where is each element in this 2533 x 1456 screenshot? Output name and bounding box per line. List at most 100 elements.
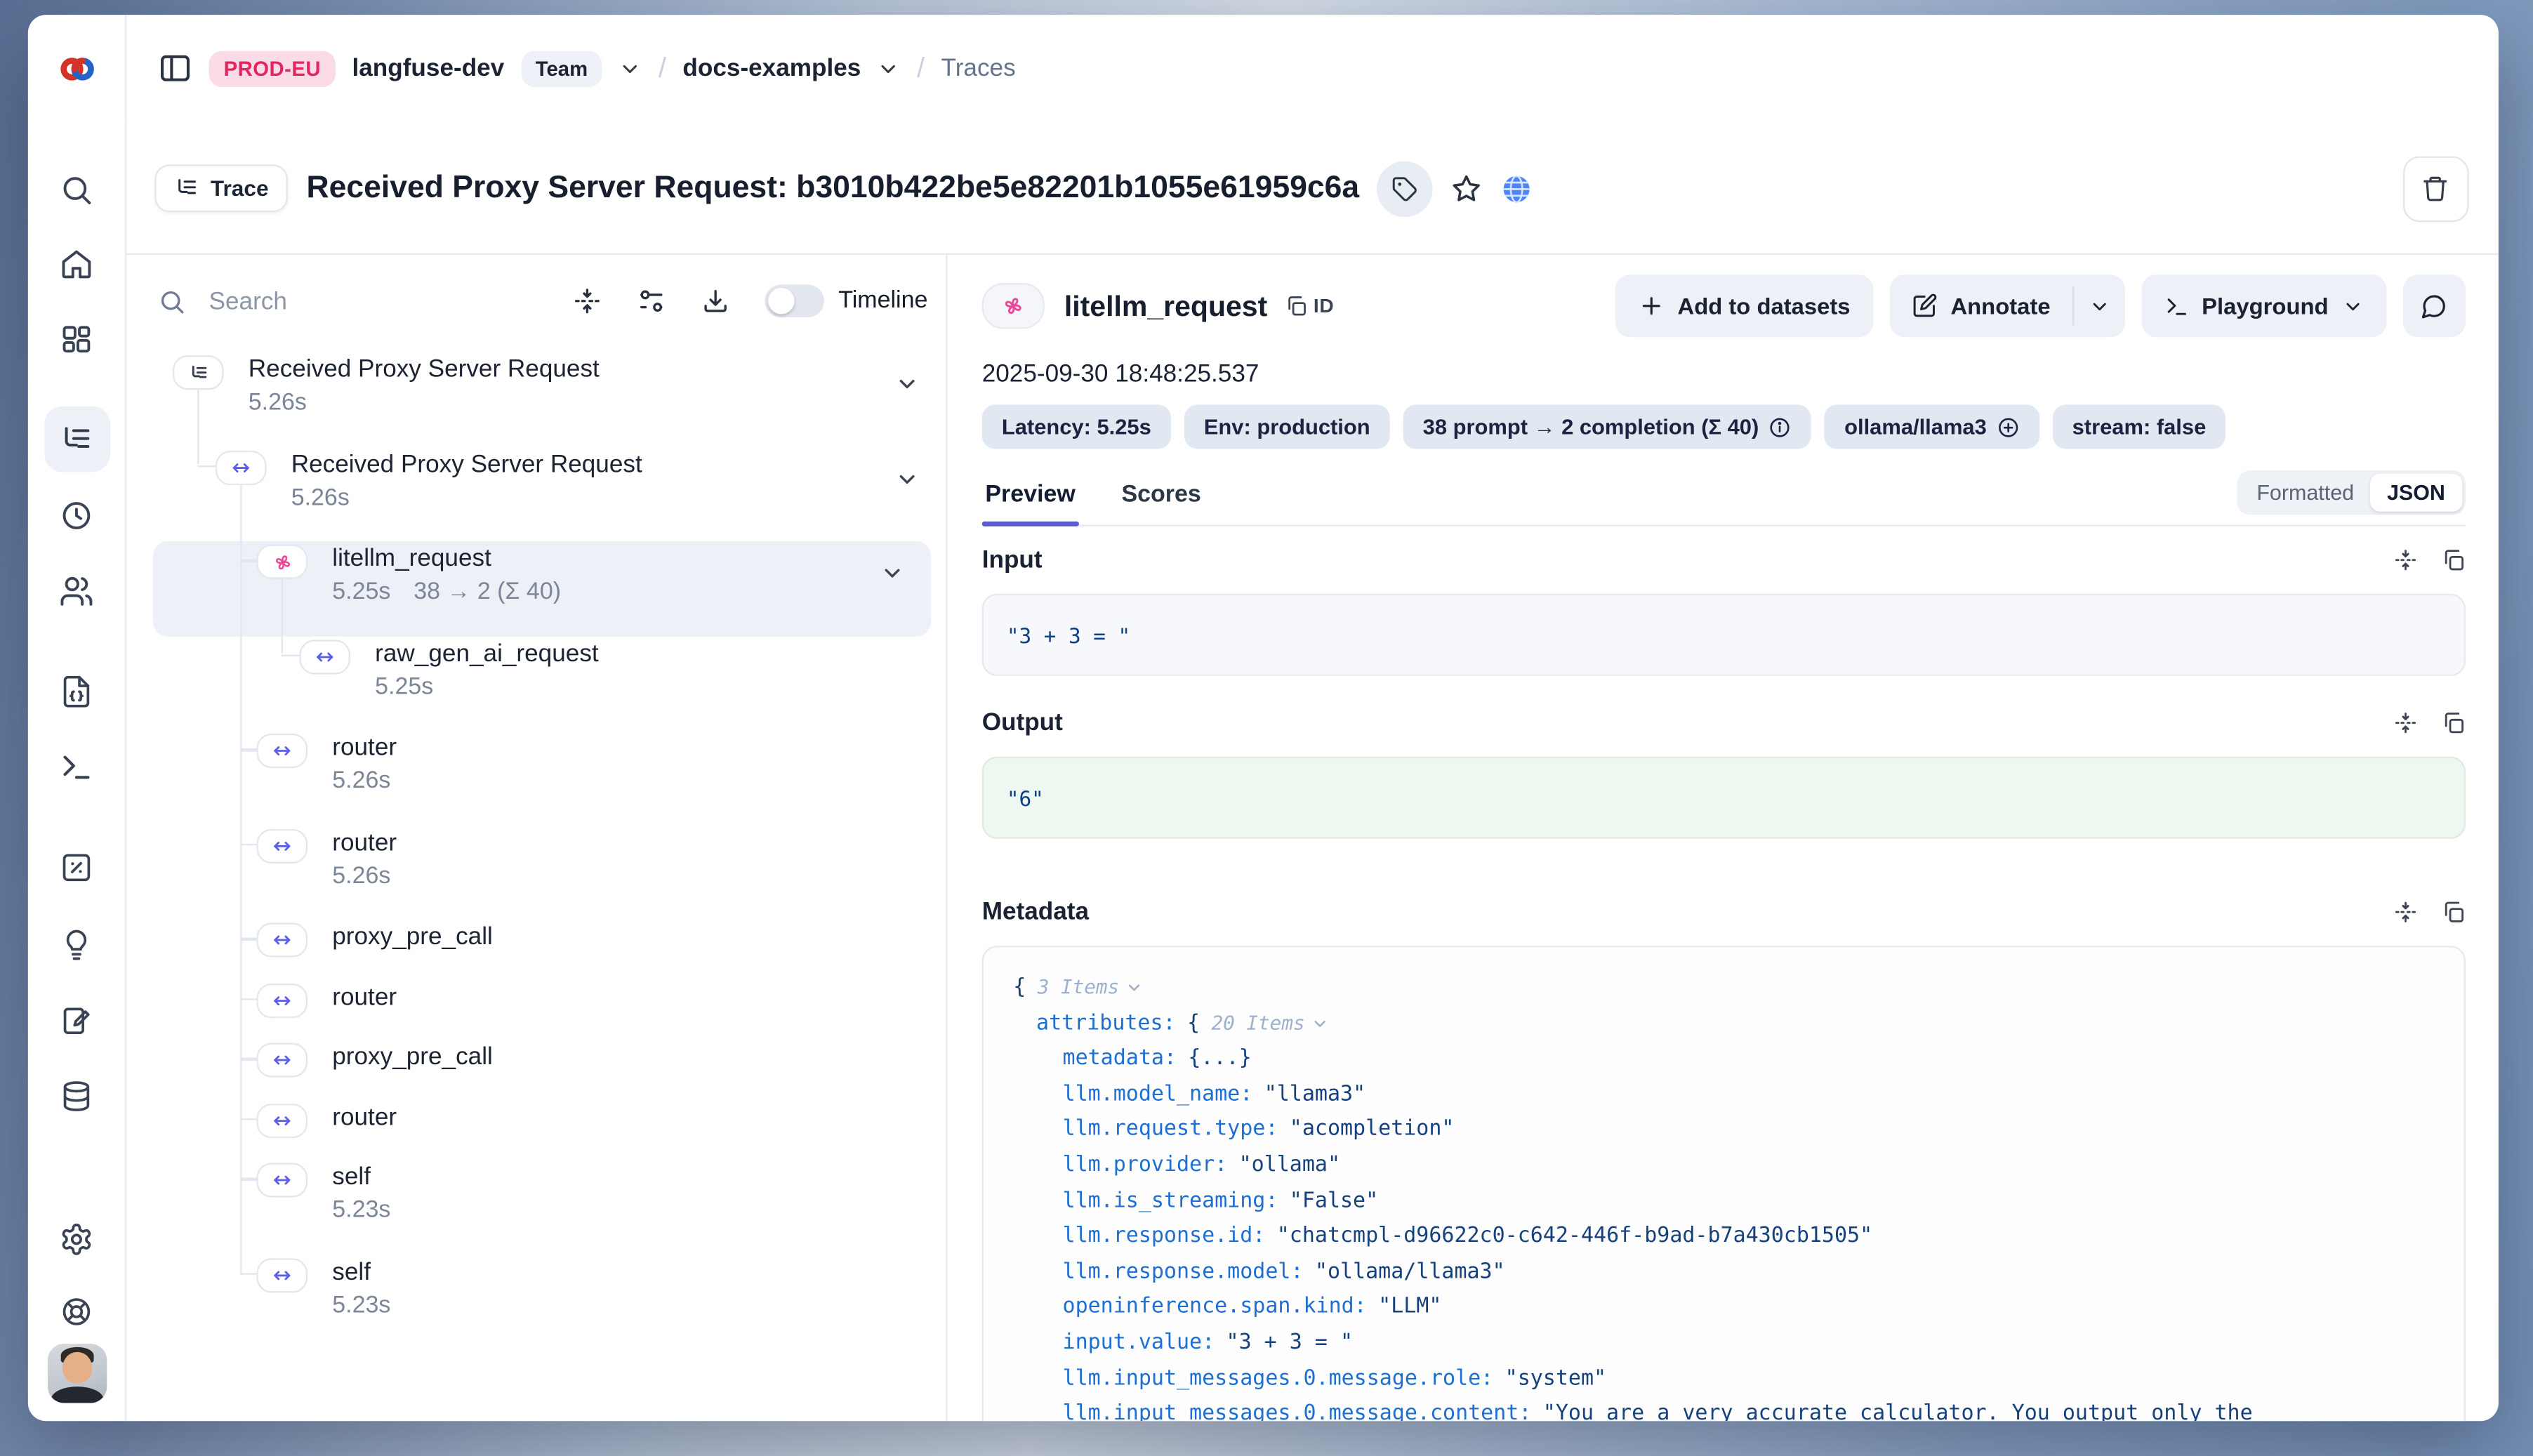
breadcrumb-page[interactable]: Traces [941,55,1016,83]
chevron-down-icon [1126,979,1144,998]
move-horizontal-icon [272,989,293,1010]
org-switcher-chevron-icon[interactable] [619,57,642,80]
span-title: litellm_request [1064,289,1267,323]
playground-button[interactable]: Playground [2141,274,2386,337]
sidebar-item-settings[interactable] [59,1222,93,1256]
sidebar-item-lightbulb[interactable] [59,927,93,961]
sidebar-toggle-button[interactable] [158,51,192,86]
tab-preview[interactable]: Preview [982,482,1079,524]
move-horizontal-icon [272,740,293,761]
tag-icon [1392,176,1418,201]
download-button[interactable] [700,286,729,316]
org-logo[interactable] [28,14,125,124]
copy-id-button[interactable]: ID [1284,294,1335,317]
search-input[interactable] [206,285,538,317]
litellm-pinwheel-icon [1000,293,1026,319]
tree-row[interactable]: Received Proxy Server Request5.26s [126,446,946,541]
copy-icon[interactable] [2440,900,2465,925]
span-type-chip [982,283,1045,329]
plus-icon [1638,293,1664,319]
add-to-datasets-button[interactable]: Add to datasets [1615,274,1873,337]
json-line[interactable]: metadata:{...} [1013,1041,2433,1077]
fold-vertical-icon[interactable] [2393,548,2417,572]
tree-row[interactable]: router [126,979,946,1040]
move-horizontal-icon [272,1109,293,1130]
project-switcher-chevron-icon[interactable] [878,57,901,80]
view-settings-button[interactable] [636,286,666,316]
tree-row-selected[interactable]: litellm_request5.25s38 → 2 (Σ 40) [153,541,931,636]
tree-row[interactable]: router [126,1099,946,1160]
environment-badge: PROD-EU [209,51,336,87]
annotate-button[interactable]: Annotate [1890,274,2072,337]
copy-icon[interactable] [2440,548,2465,572]
terminal-icon [2164,293,2188,318]
tokens-badge[interactable]: 38 prompt → 2 completion (Σ 40) [1403,404,1812,449]
move-horizontal-icon [272,929,293,951]
json-line[interactable]: attributes: { 20 Items [1013,1006,2433,1042]
output-heading: Output [982,709,1063,737]
fold-vertical-icon[interactable] [2393,900,2417,925]
metadata-json-viewer: { 3 Items attributes: { 20 Items metadat… [982,946,2465,1420]
formatted-option[interactable]: Formatted [2240,474,2371,512]
timeline-toggle[interactable] [765,284,824,317]
delete-trace-button[interactable] [2402,155,2468,221]
tree-row[interactable]: router5.26s [126,730,946,825]
json-line[interactable]: { 3 Items [1013,970,2433,1006]
info-icon [1768,416,1792,439]
sidebar-item-database[interactable] [59,1078,93,1113]
sidebar-item-prompts[interactable] [59,673,93,708]
tree-row[interactable]: proxy_pre_call [126,920,946,980]
span-type-chip [256,828,307,863]
chevron-down-icon[interactable] [880,561,904,585]
span-type-chip [256,734,307,768]
tags-button[interactable] [1377,160,1434,216]
tree-row[interactable]: self5.23s [126,1254,946,1349]
chevron-down-icon[interactable] [895,466,920,491]
sidebar-item-playground[interactable] [59,749,93,783]
bookmark-star-button[interactable] [1451,173,1483,204]
fold-vertical-icon[interactable] [2393,710,2417,735]
trace-type-label: Trace [211,176,269,201]
sidebar-item-traces[interactable] [59,422,93,456]
tree-row[interactable]: raw_gen_ai_request5.25s [126,636,946,731]
span-label: proxy_pre_call [332,920,493,954]
public-globe-button[interactable] [1501,172,1534,205]
copy-icon[interactable] [2440,710,2465,735]
tree-row[interactable]: router5.26s [126,825,946,920]
org-name[interactable]: langfuse-dev [352,55,504,83]
sidebar-item-home[interactable] [59,246,93,280]
json-line: llm.model_name:"llama3" [1013,1077,2433,1113]
avatar[interactable] [47,1344,106,1403]
trace-type-chip[interactable]: Trace [154,164,288,212]
span-duration: 5.23s [332,1292,390,1318]
tree-row-trace-root[interactable]: Received Proxy Server Request5.26s [126,352,946,446]
sidebar-item-search[interactable] [59,172,93,206]
project-name[interactable]: docs-examples [682,55,861,83]
chevron-down-icon[interactable] [895,371,920,396]
chevron-down-icon [2341,296,2362,317]
list-tree-icon [174,176,199,201]
sidebar-item-users[interactable] [59,574,93,608]
annotate-split-button: Annotate [1890,274,2124,337]
annotate-dropdown-button[interactable] [2073,274,2124,337]
json-line: llm.is_streaming:"False" [1013,1184,2433,1219]
comments-button[interactable] [2402,274,2465,337]
chevron-down-icon [2088,296,2109,317]
move-horizontal-icon [272,1170,293,1191]
sidebar-item-support[interactable] [59,1294,93,1328]
tree-row[interactable]: self5.23s [126,1160,946,1255]
sidebar-item-datasets[interactable] [59,1002,93,1037]
model-badge[interactable]: ollama/llama3 [1825,404,2039,449]
tab-scores[interactable]: Scores [1118,482,1205,524]
sidebar-item-sessions[interactable] [59,498,93,532]
json-line: openinference.span.kind:"LLM" [1013,1290,2433,1326]
span-label: router [332,730,397,765]
trace-title: Received Proxy Server Request: b3010b422… [306,170,1359,206]
sidebar-item-dashboards[interactable] [59,322,93,356]
tree-row[interactable]: proxy_pre_call [126,1040,946,1100]
sidebar-item-evaluations[interactable] [59,849,93,884]
json-option[interactable]: JSON [2371,474,2462,512]
badge-row: Latency: 5.25s Env: production 38 prompt… [982,404,2465,449]
span-type-chip [256,1043,307,1077]
collapse-all-button[interactable] [572,286,602,316]
